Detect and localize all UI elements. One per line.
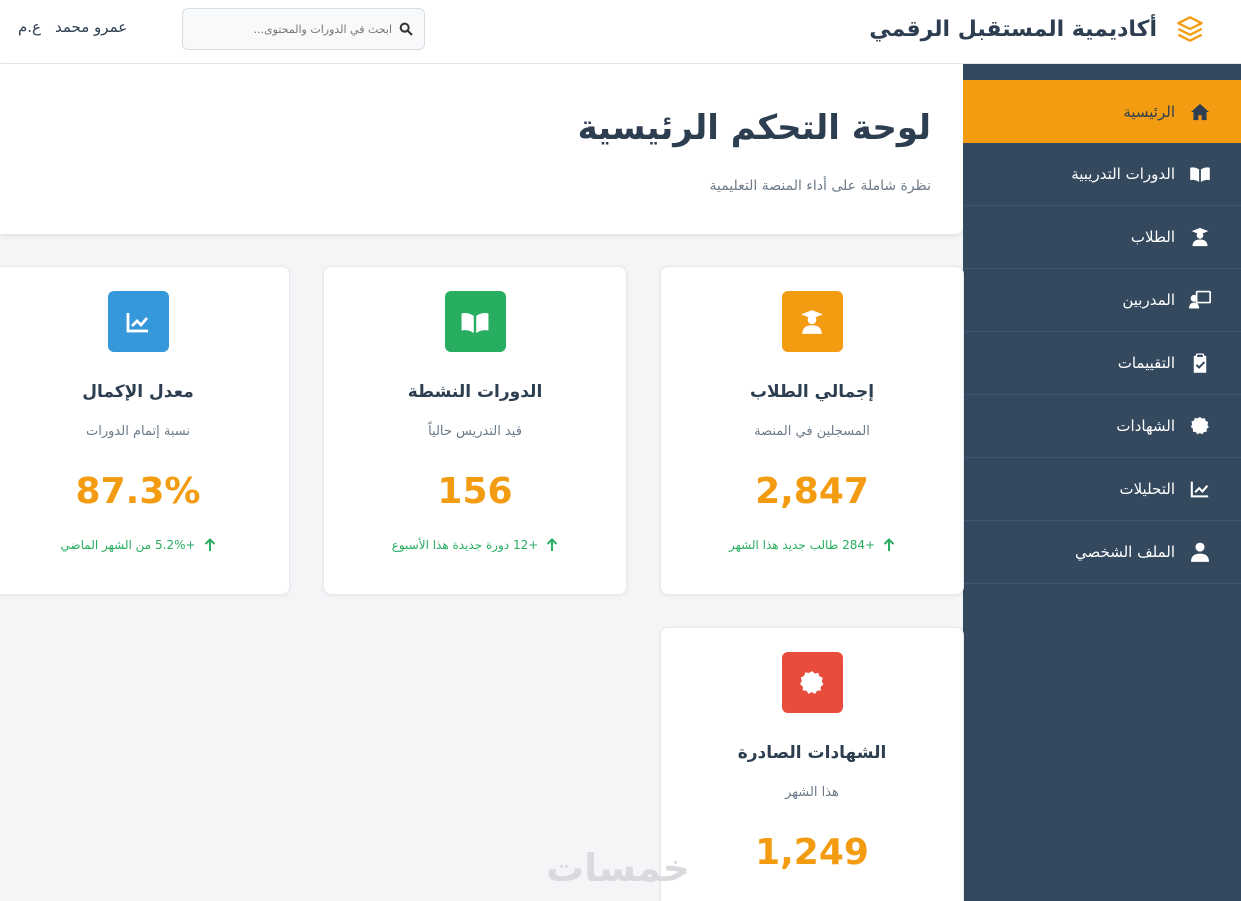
watermark-logo: خمسات: [546, 846, 690, 890]
avatar[interactable]: ع.م: [18, 18, 41, 36]
search-input[interactable]: [193, 22, 392, 36]
sidebar-item-label: الشهادات: [1116, 417, 1175, 435]
sidebar-item-analytics[interactable]: التحليلات: [963, 458, 1241, 521]
user-name: عمرو محمد: [55, 18, 128, 36]
search-box[interactable]: [182, 8, 425, 50]
graduate-icon: [781, 291, 843, 352]
stat-trend: +5.2% من الشهر الماضي: [0, 538, 289, 552]
stat-description: هذا الشهر: [785, 785, 839, 800]
sidebar-item-students[interactable]: الطلاب: [963, 206, 1241, 269]
brand-title: أكاديمية المستقبل الرقمي: [869, 16, 1157, 42]
page-header-card: لوحة التحكم الرئيسية نظرة شاملة على أداء…: [0, 64, 963, 234]
chart-line-icon: [107, 291, 169, 352]
chart-line-icon: [1189, 478, 1211, 500]
arrow-up-icon: [883, 538, 895, 551]
home-icon: [1189, 101, 1211, 123]
arrow-up-icon: [547, 538, 558, 551]
stat-title: الدورات النشطة: [407, 382, 543, 402]
sidebar: الرئيسية الدورات التدريبية الطلاب المدرب…: [963, 64, 1241, 901]
search-icon[interactable]: [398, 21, 414, 37]
sidebar-nav: الرئيسية الدورات التدريبية الطلاب المدرب…: [963, 80, 1241, 584]
teacher-icon: [1189, 289, 1211, 311]
stat-trend-text: +284 طالب جديد هذا الشهر: [728, 538, 876, 552]
stat-card-courses[interactable]: الدورات النشطة قيد التدريس حالياً 156 +1…: [323, 266, 627, 595]
stat-description: المسجلين في المنصة: [754, 424, 870, 439]
arrow-up-icon: [204, 538, 215, 551]
clipboard-check-icon: [1189, 352, 1211, 374]
sidebar-item-label: الملف الشخصي: [1075, 543, 1175, 561]
brand[interactable]: أكاديمية المستقبل الرقمي: [869, 14, 1205, 44]
book-icon: [444, 291, 506, 352]
top-bar: أكاديمية المستقبل الرقمي عمرو محمد ع.م: [0, 0, 1241, 64]
sidebar-item-assessments[interactable]: التقييمات: [963, 332, 1241, 395]
stat-trend-text: +12 دورة جديدة هذا الأسبوع: [391, 538, 539, 552]
stat-card-certificates[interactable]: الشهادات الصادرة هذا الشهر 1,249: [660, 627, 964, 901]
stat-value: 87.3%: [75, 471, 201, 512]
sidebar-item-certificates[interactable]: الشهادات: [963, 395, 1241, 458]
stat-title: معدل الإكمال: [82, 382, 194, 402]
stat-title: إجمالي الطلاب: [749, 382, 875, 402]
stat-trend-text: +5.2% من الشهر الماضي: [60, 538, 196, 552]
sidebar-item-instructors[interactable]: المدربين: [963, 269, 1241, 332]
stat-value: 2,847: [755, 471, 869, 512]
stat-title: الشهادات الصادرة: [737, 743, 887, 763]
certificate-icon: [781, 652, 843, 713]
stat-card-students[interactable]: إجمالي الطلاب المسجلين في المنصة 2,847 +…: [660, 266, 964, 595]
page-title: لوحة التحكم الرئيسية: [577, 108, 931, 148]
sidebar-item-label: المدربين: [1122, 291, 1175, 309]
certificate-icon: [1189, 415, 1211, 437]
sidebar-item-label: الدورات التدريبية: [1071, 165, 1175, 183]
sidebar-item-label: الرئيسية: [1123, 102, 1175, 121]
stat-value: 156: [437, 471, 513, 512]
sidebar-item-courses[interactable]: الدورات التدريبية: [963, 143, 1241, 206]
stat-description: نسبة إتمام الدورات: [86, 424, 190, 439]
layers-icon: [1175, 14, 1205, 44]
stat-value: 1,249: [755, 832, 869, 873]
page-subtitle: نظرة شاملة على أداء المنصة التعليمية: [709, 178, 931, 194]
book-icon: [1189, 163, 1211, 185]
user-menu[interactable]: عمرو محمد ع.م: [18, 18, 127, 36]
sidebar-item-home[interactable]: الرئيسية: [963, 80, 1241, 143]
stat-trend: +12 دورة جديدة هذا الأسبوع: [324, 538, 626, 552]
stat-card-completion[interactable]: معدل الإكمال نسبة إتمام الدورات 87.3% +5…: [0, 266, 290, 595]
user-icon: [1189, 541, 1211, 563]
sidebar-item-label: الطلاب: [1130, 228, 1175, 246]
sidebar-item-label: التحليلات: [1119, 480, 1175, 498]
graduate-icon: [1189, 226, 1211, 248]
sidebar-item-label: التقييمات: [1117, 354, 1175, 372]
stat-description: قيد التدريس حالياً: [428, 424, 522, 439]
stat-trend: +284 طالب جديد هذا الشهر: [661, 538, 963, 552]
sidebar-item-profile[interactable]: الملف الشخصي: [963, 521, 1241, 584]
